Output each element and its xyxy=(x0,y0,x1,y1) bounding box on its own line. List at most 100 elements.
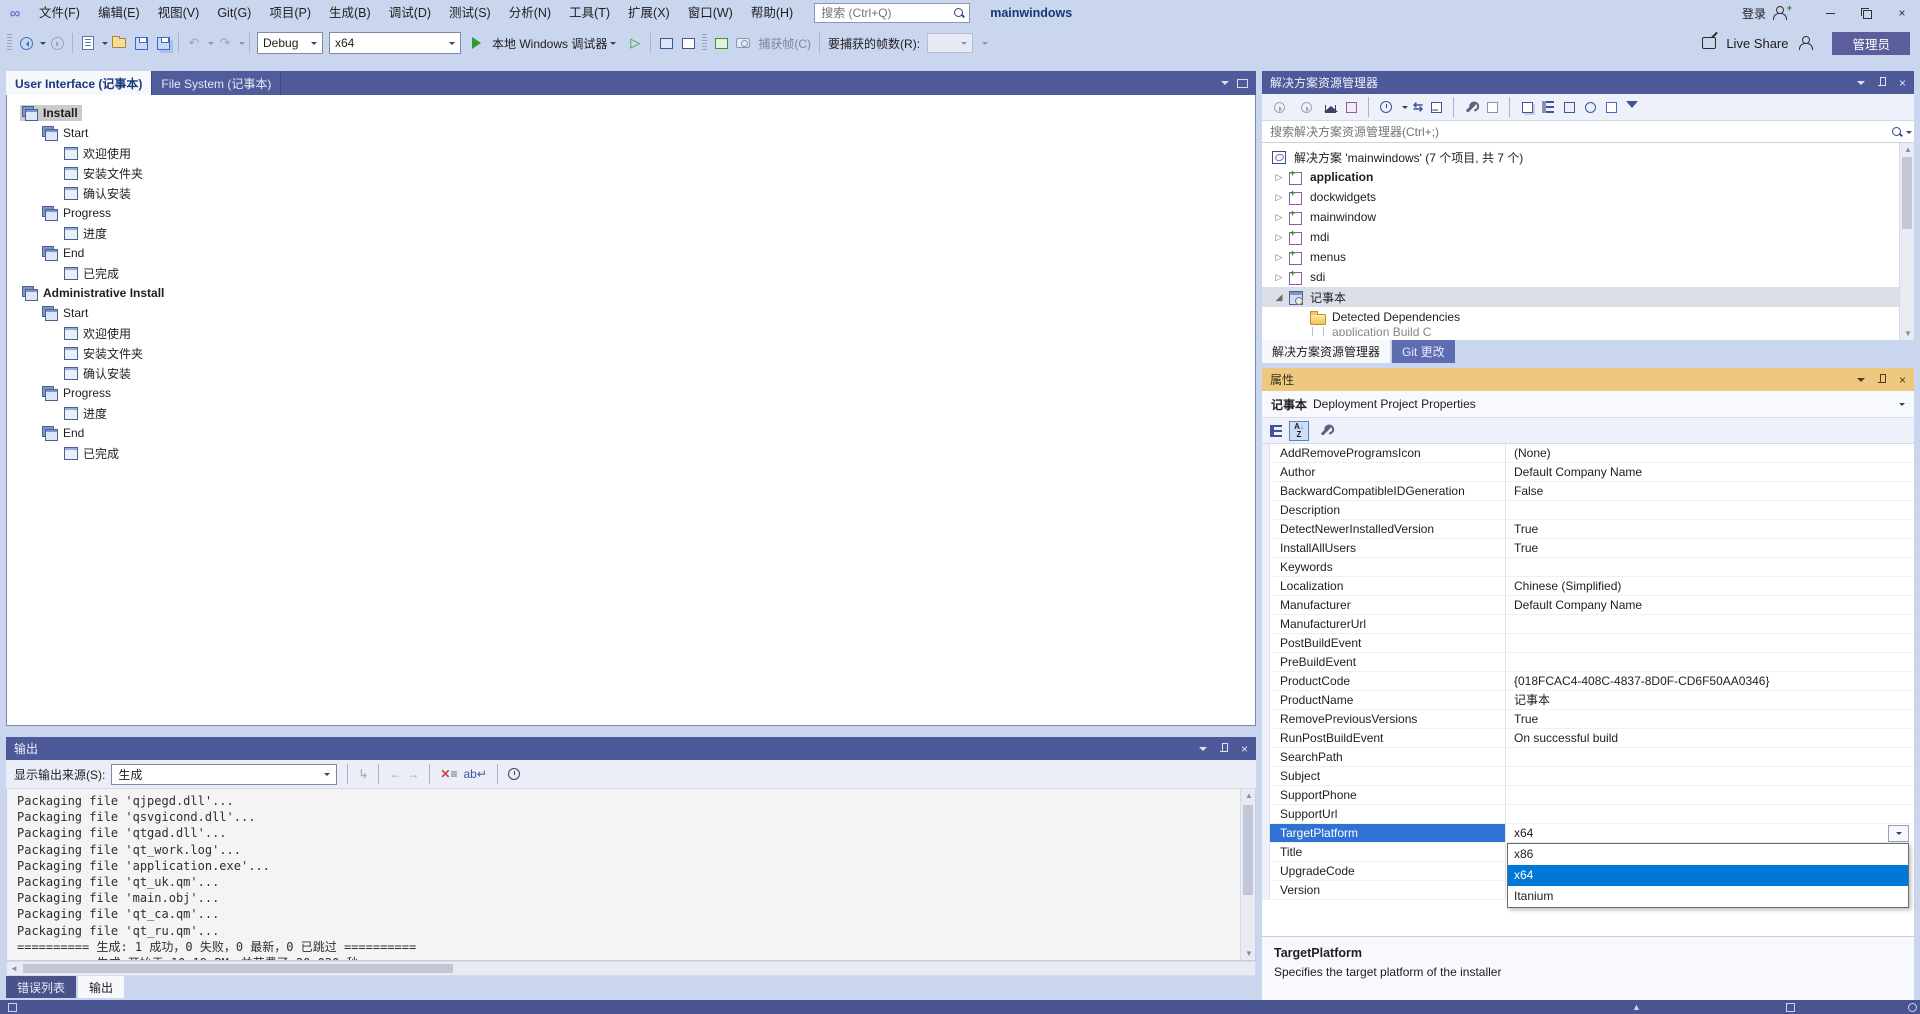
property-value[interactable] xyxy=(1506,501,1914,519)
expander-icon[interactable]: ▷ xyxy=(1270,192,1288,203)
toolbar-grip[interactable] xyxy=(702,34,707,52)
find-in-files-icon[interactable] xyxy=(655,32,677,54)
capture-frame-label[interactable]: 捕获帧(C) xyxy=(758,35,811,52)
property-value[interactable]: Default Company Name xyxy=(1506,596,1914,614)
property-value[interactable] xyxy=(1506,653,1914,671)
property-row[interactable]: AddRemoveProgramsIcon (None) xyxy=(1270,444,1914,463)
properties-object-selector[interactable]: 记事本 Deployment Project Properties xyxy=(1262,391,1914,418)
menu-item[interactable]: 扩展(X) xyxy=(619,0,679,26)
solution-explorer-search[interactable] xyxy=(1262,121,1914,143)
start-debugging-button[interactable]: 本地 Windows 调试器 xyxy=(466,31,622,55)
quick-search-input[interactable] xyxy=(819,5,953,21)
property-pages-wrench-icon[interactable] xyxy=(1318,423,1334,439)
window-list-icon[interactable] xyxy=(1237,79,1248,88)
word-wrap-icon[interactable]: ab↵ xyxy=(463,767,486,781)
show-all-files-icon[interactable] xyxy=(1540,99,1556,115)
property-value[interactable] xyxy=(1506,767,1914,785)
back-icon[interactable] xyxy=(1268,96,1290,118)
tree-row[interactable]: Start xyxy=(7,123,1255,143)
property-name[interactable]: ManufacturerUrl xyxy=(1270,615,1506,633)
edit-filter-icon[interactable] xyxy=(1603,99,1619,115)
output-source-dropdown[interactable]: 生成 xyxy=(111,764,337,785)
tab-list-chevron-icon[interactable] xyxy=(1221,81,1229,89)
tree-row[interactable]: 确认安装 xyxy=(7,363,1255,383)
open-file-icon[interactable] xyxy=(108,32,130,54)
solution-tree-row[interactable]: Detected Dependencies xyxy=(1262,307,1914,327)
property-name[interactable]: SupportUrl xyxy=(1270,805,1506,823)
output-horizontal-scrollbar[interactable]: ◄ xyxy=(6,961,1256,976)
feedback-person-icon[interactable] xyxy=(1798,36,1814,50)
tree-row[interactable]: 安装文件夹 xyxy=(7,163,1255,183)
property-name[interactable]: AddRemoveProgramsIcon xyxy=(1270,444,1506,462)
panel-tab[interactable]: 输出 xyxy=(78,976,124,998)
property-name[interactable]: DetectNewerInstalledVersion xyxy=(1270,520,1506,538)
status-rect-icon[interactable] xyxy=(1786,1003,1795,1012)
property-name[interactable]: ProductCode xyxy=(1270,672,1506,690)
menu-item[interactable]: 工具(T) xyxy=(560,0,619,26)
dropdown-option[interactable]: x86 xyxy=(1508,844,1908,865)
solution-tree-scrollbar[interactable]: ▲▼ xyxy=(1899,143,1914,340)
property-name[interactable]: InstallAllUsers xyxy=(1270,539,1506,557)
target-platform-combo-button[interactable] xyxy=(1888,825,1909,842)
expander-icon[interactable]: ▷ xyxy=(1270,212,1288,223)
property-row[interactable]: TargetPlatform x64 xyxy=(1270,824,1914,843)
tree-row[interactable]: 确认安装 xyxy=(7,183,1255,203)
property-row[interactable]: Localization Chinese (Simplified) xyxy=(1270,577,1914,596)
property-row[interactable]: RunPostBuildEvent On successful build xyxy=(1270,729,1914,748)
sign-in-button[interactable]: 登录 xyxy=(1742,5,1766,22)
property-row[interactable]: SupportUrl xyxy=(1270,805,1914,824)
tree-row[interactable]: 安装文件夹 xyxy=(7,343,1255,363)
property-value[interactable]: (None) xyxy=(1506,444,1914,462)
editor-tab[interactable]: File System (记事本) xyxy=(152,71,281,95)
filter-funnel-icon[interactable] xyxy=(1624,99,1640,115)
output-vertical-scrollbar[interactable]: ▲▼ xyxy=(1240,789,1255,960)
collapse-all-icon[interactable]: − xyxy=(1428,99,1444,115)
next-message-icon[interactable]: → xyxy=(407,767,419,781)
live-share-icon[interactable] xyxy=(1702,37,1716,49)
property-row[interactable]: Keywords xyxy=(1270,558,1914,577)
property-row[interactable]: SupportPhone xyxy=(1270,786,1914,805)
property-value[interactable] xyxy=(1506,615,1914,633)
panel-tab[interactable]: 解决方案资源管理器 xyxy=(1262,340,1390,363)
status-tool-icon[interactable] xyxy=(8,1003,17,1012)
property-name[interactable]: Keywords xyxy=(1270,558,1506,576)
property-value[interactable]: True xyxy=(1506,520,1914,538)
home-icon[interactable] xyxy=(1322,99,1338,115)
properties-wrench-icon[interactable] xyxy=(1463,99,1479,115)
property-name[interactable]: Localization xyxy=(1270,577,1506,595)
property-value[interactable]: On successful build xyxy=(1506,729,1914,747)
menu-item[interactable]: 生成(B) xyxy=(320,0,380,26)
tree-row[interactable]: Progress xyxy=(7,383,1255,403)
search-options-chevron-icon[interactable] xyxy=(1906,131,1912,137)
capture-screenshot-icon[interactable] xyxy=(710,32,732,54)
property-value[interactable]: True xyxy=(1506,710,1914,728)
menu-item[interactable]: 文件(F) xyxy=(30,0,89,26)
auto-hide-pin-icon[interactable] xyxy=(1219,743,1229,754)
property-row[interactable]: ProductCode {018FCAC4-408C-4837-8D0F-CD6… xyxy=(1270,672,1914,691)
property-name[interactable]: UpgradeCode xyxy=(1270,862,1506,880)
timestamp-icon[interactable] xyxy=(508,768,520,780)
dropdown-option[interactable]: x64 xyxy=(1508,865,1908,886)
property-name[interactable]: SupportPhone xyxy=(1270,786,1506,804)
status-circle-icon[interactable] xyxy=(1908,1003,1917,1012)
alphabetical-sort-icon[interactable]: A↓Z xyxy=(1289,421,1309,441)
window-position-chevron-icon[interactable] xyxy=(1857,378,1865,386)
forward-icon[interactable] xyxy=(1295,96,1317,118)
property-row[interactable]: RemovePreviousVersions True xyxy=(1270,710,1914,729)
sync-with-active-document-icon[interactable]: ⇆ xyxy=(1413,100,1423,114)
solution-platform-dropdown[interactable]: x64 xyxy=(329,32,461,54)
pending-changes-filter-icon[interactable] xyxy=(1378,99,1394,115)
tree-row[interactable]: Administrative Install xyxy=(7,283,1255,303)
copy-path-icon[interactable] xyxy=(1519,99,1535,115)
navigate-forward-icon[interactable] xyxy=(46,32,68,54)
property-name[interactable]: RemovePreviousVersions xyxy=(1270,710,1506,728)
property-row[interactable]: PostBuildEvent xyxy=(1270,634,1914,653)
object-selector-chevron-icon[interactable] xyxy=(1899,403,1905,409)
property-row[interactable]: PreBuildEvent xyxy=(1270,653,1914,672)
panel-tab[interactable]: Git 更改 xyxy=(1392,340,1455,363)
tree-row[interactable]: End xyxy=(7,423,1255,443)
property-name[interactable]: BackwardCompatibleIDGeneration xyxy=(1270,482,1506,500)
property-row[interactable]: Manufacturer Default Company Name xyxy=(1270,596,1914,615)
solution-search-input[interactable] xyxy=(1268,124,1891,140)
auto-hide-pin-icon[interactable] xyxy=(1877,374,1887,385)
